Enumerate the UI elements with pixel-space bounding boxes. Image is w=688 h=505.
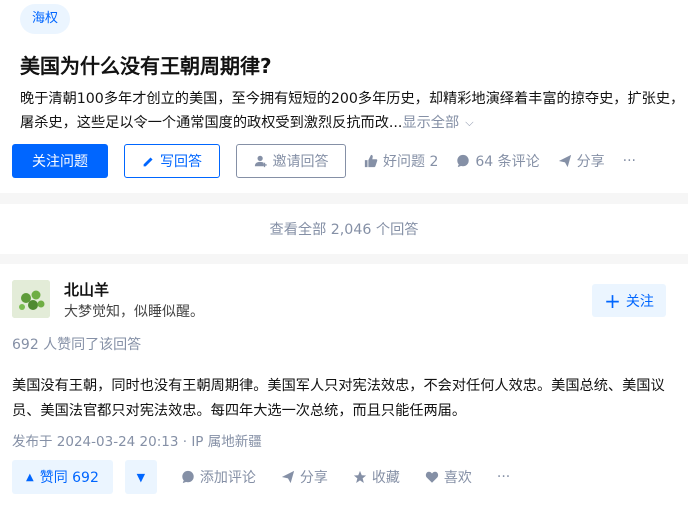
star-icon: [353, 470, 366, 483]
question-title[interactable]: 美国为什么没有王朝周期律?: [20, 52, 272, 80]
question-description-text: 晚于清朝100多年才创立的美国，至今拥有短短的200多年历史，却精彩地演绎着丰富…: [20, 91, 685, 131]
heart-icon: [425, 471, 439, 483]
share-label: 分享: [576, 154, 605, 170]
chevron-down-icon[interactable]: ⌵: [465, 111, 473, 135]
answer-card: 北山羊 大梦觉知，似睡似醒。 + 关注 692 人赞同了该回答 美国没有王朝，同…: [0, 264, 688, 505]
vote-summary: 692 人赞同了该回答: [12, 337, 142, 353]
plus-icon: +: [604, 288, 621, 313]
more-options-button[interactable]: ···: [623, 153, 636, 169]
add-comment-button[interactable]: 添加评论: [181, 467, 256, 487]
downvote-button[interactable]: ▼: [124, 460, 157, 494]
triangle-up-icon: ▲: [26, 471, 34, 483]
triangle-down-icon: ▼: [136, 470, 146, 484]
write-answer-button[interactable]: 写回答: [124, 144, 220, 178]
good-question-label: 好问题 2: [383, 154, 439, 170]
follow-question-button[interactable]: 关注问题: [12, 144, 108, 178]
author-name[interactable]: 北山羊: [64, 279, 109, 300]
view-all-answers-link[interactable]: 查看全部 2,046 个回答: [0, 204, 688, 254]
answer-content: 美国没有王朝，同时也没有王朝周期律。美国军人只对宪法效忠，不会对任何人效忠。美国…: [12, 378, 665, 419]
topic-tag[interactable]: 海权: [20, 4, 71, 34]
share-icon: [558, 154, 571, 168]
pencil-icon: [143, 156, 153, 166]
publish-info: 发布于 2024-03-24 20:13 · IP 属地新疆: [12, 434, 262, 450]
like-label: 喜欢: [443, 470, 472, 486]
upvote-button[interactable]: ▲ 赞同 692: [12, 460, 113, 494]
answer-share-label: 分享: [299, 470, 328, 486]
author-bio: 大梦觉知，似睡似醒。: [64, 304, 204, 320]
comments-button[interactable]: 64 条评论: [456, 151, 540, 171]
good-question-button[interactable]: 好问题 2: [364, 151, 438, 171]
comments-label: 64 条评论: [475, 154, 540, 170]
question-card: 海权 美国为什么没有王朝周期律? 晚于清朝100多年才创立的美国，至今拥有短短的…: [0, 0, 688, 193]
add-comment-label: 添加评论: [199, 470, 256, 486]
collect-label: 收藏: [371, 470, 400, 486]
comment-icon: [182, 470, 194, 484]
question-actions: 关注问题 写回答 邀请回答 好问题 2 64 条评论 分享 ···: [12, 144, 636, 178]
share-button[interactable]: 分享: [558, 151, 605, 171]
show-all-link[interactable]: 显示全部: [402, 115, 459, 131]
answer-share-button[interactable]: 分享: [281, 467, 328, 487]
follow-author-button[interactable]: + 关注: [592, 284, 666, 317]
share-icon: [281, 470, 294, 484]
invite-answer-label: 邀请回答: [272, 154, 329, 170]
avatar[interactable]: [12, 280, 50, 318]
answer-more-button[interactable]: ···: [497, 469, 510, 485]
write-answer-label: 写回答: [160, 154, 202, 170]
comment-icon: [457, 154, 470, 168]
question-description: 晚于清朝100多年才创立的美国，至今拥有短短的200多年历史，却精彩地演绎着丰富…: [20, 87, 688, 135]
like-button[interactable]: 喜欢: [425, 467, 472, 487]
follow-author-label: 关注: [625, 293, 654, 310]
add-user-icon: [254, 155, 267, 168]
thumbs-up-icon: [364, 154, 378, 168]
invite-answer-button[interactable]: 邀请回答: [236, 144, 346, 178]
upvote-label: 赞同 692: [39, 470, 99, 486]
collect-button[interactable]: 收藏: [353, 467, 400, 487]
answer-actions: ▲ 赞同 692 ▼ 添加评论 分享 收藏 喜欢 ···: [12, 460, 510, 494]
